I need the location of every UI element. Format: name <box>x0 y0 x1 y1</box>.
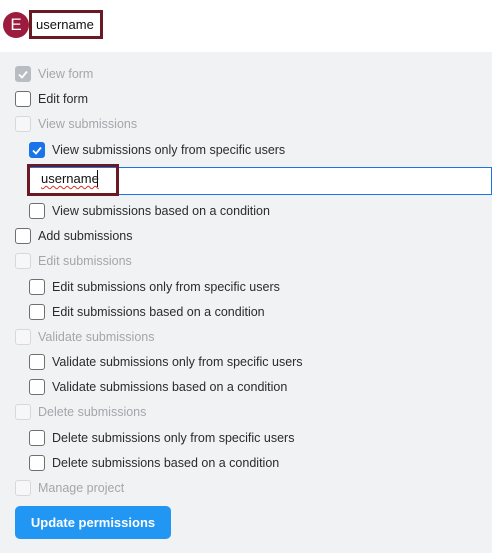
perm-view-form[interactable]: View form <box>15 64 93 84</box>
perm-edit-form[interactable]: Edit form <box>15 89 88 109</box>
perm-validate-submissions-condition[interactable]: Validate submissions based on a conditio… <box>29 377 287 397</box>
checkbox[interactable] <box>15 91 31 107</box>
perm-edit-submissions[interactable]: Edit submissions <box>15 251 132 271</box>
perm-validate-submissions-specific-users[interactable]: Validate submissions only from specific … <box>29 352 303 372</box>
perm-validate-submissions[interactable]: Validate submissions <box>15 327 155 347</box>
checkbox[interactable] <box>15 228 31 244</box>
perm-view-submissions-specific-users[interactable]: View submissions only from specific user… <box>29 140 285 160</box>
specific-users-value: username <box>41 171 99 186</box>
perm-label: Validate submissions <box>38 330 155 344</box>
perm-view-submissions[interactable]: View submissions <box>15 114 137 134</box>
perm-label: View submissions only from specific user… <box>52 143 286 157</box>
perm-label: Manage project <box>38 481 125 495</box>
checkbox[interactable] <box>29 203 45 219</box>
permissions-panel: View form Edit form View submissions Vie… <box>0 52 492 553</box>
perm-label: Edit submissions based on a condition <box>52 305 265 319</box>
perm-label: Edit submissions <box>38 254 132 268</box>
perm-label: View submissions <box>38 117 138 131</box>
perm-add-submissions[interactable]: Add submissions <box>15 226 133 246</box>
checkbox[interactable] <box>15 253 31 269</box>
perm-label: Delete submissions only from specific us… <box>52 431 295 445</box>
perm-label: Delete submissions based on a condition <box>52 456 280 470</box>
perm-label: View submissions based on a condition <box>52 204 270 218</box>
checkbox[interactable] <box>15 66 31 82</box>
checkmark-icon <box>32 146 42 155</box>
checkbox[interactable] <box>15 329 31 345</box>
perm-label: Add submissions <box>38 229 133 243</box>
perm-label: Edit form <box>38 92 89 106</box>
checkbox[interactable] <box>15 116 31 132</box>
perm-manage-project[interactable]: Manage project <box>15 478 124 498</box>
username-label: username <box>29 10 103 39</box>
perm-delete-submissions[interactable]: Delete submissions <box>15 402 146 422</box>
perm-edit-submissions-specific-users[interactable]: Edit submissions only from specific user… <box>29 277 280 297</box>
checkbox[interactable] <box>15 480 31 496</box>
user-avatar: E <box>3 12 29 38</box>
checkbox[interactable] <box>15 404 31 420</box>
perm-label: Validate submissions only from specific … <box>52 355 303 369</box>
perm-label: Validate submissions based on a conditio… <box>52 380 288 394</box>
perm-delete-submissions-condition[interactable]: Delete submissions based on a condition <box>29 453 279 473</box>
perm-label: Delete submissions <box>38 405 147 419</box>
perm-delete-submissions-specific-users[interactable]: Delete submissions only from specific us… <box>29 428 294 448</box>
checkbox[interactable] <box>29 455 45 471</box>
text-caret <box>97 170 98 187</box>
checkbox[interactable] <box>29 430 45 446</box>
update-permissions-button[interactable]: Update permissions <box>15 506 171 539</box>
checkbox[interactable] <box>29 354 45 370</box>
checkbox[interactable] <box>29 304 45 320</box>
checkmark-icon <box>18 70 28 79</box>
perm-edit-submissions-condition[interactable]: Edit submissions based on a condition <box>29 302 265 322</box>
header: E username <box>0 0 492 52</box>
perm-label: Edit submissions only from specific user… <box>52 280 280 294</box>
checkbox[interactable] <box>29 142 45 158</box>
checkbox[interactable] <box>29 379 45 395</box>
checkbox[interactable] <box>29 279 45 295</box>
perm-label: View form <box>38 67 94 81</box>
perm-view-submissions-condition[interactable]: View submissions based on a condition <box>29 201 270 221</box>
